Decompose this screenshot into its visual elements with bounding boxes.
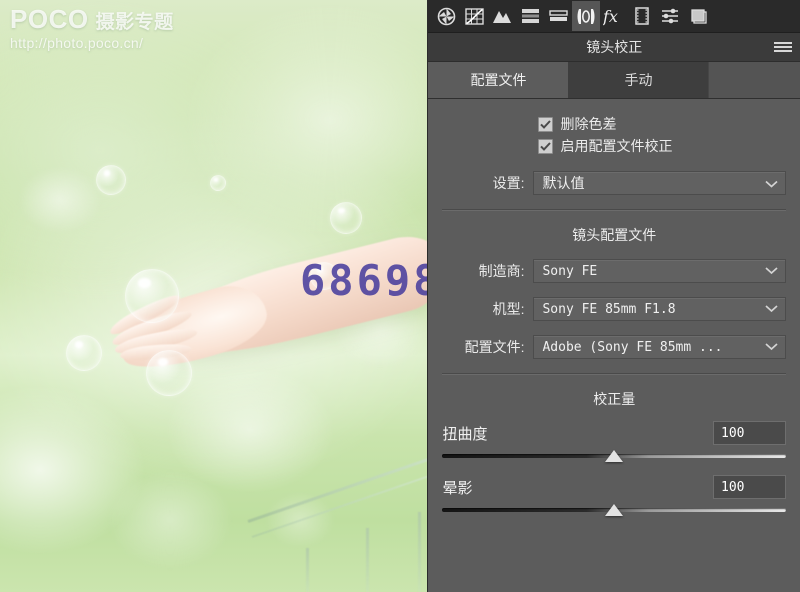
make-value: Sony FE [542,263,598,279]
field-row-profile: 配置文件: Adobe (Sony FE 85mm ... [442,335,786,359]
model-select[interactable]: Sony FE 85mm F1.8 [533,297,786,321]
page-title: 镜头校正 [586,39,643,55]
field-row-make: 制造商: Sony FE [442,259,786,283]
distortion-label: 扭曲度 [442,425,488,443]
image-canvas[interactable]: POCO 摄影专题 http://photo.poco.cn/ 686986 [0,0,428,592]
split-toning-icon[interactable] [544,1,572,31]
section-title-correction-amount: 校正量 [593,391,636,407]
vignetting-label: 晕影 [442,479,473,497]
make-select[interactable]: Sony FE [533,259,786,283]
soap-bubble [125,269,179,323]
distortion-slider-track[interactable] [442,449,786,463]
slider-head: 扭曲度 100 [442,421,786,445]
chevron-down-icon [765,264,778,279]
tab-filler [708,62,800,98]
panel-title-bar: 镜头校正 [428,33,800,62]
soap-bubble [210,175,226,191]
vignetting-slider-thumb[interactable] [605,504,624,516]
hamburger-menu-icon[interactable] [774,42,792,52]
model-label: 机型: [492,301,525,317]
model-value: Sony FE 85mm F1.8 [542,301,676,317]
divider [442,209,786,211]
profile-label: 配置文件: [464,339,525,355]
profile-value: Adobe (Sony FE 85mm ... [542,339,723,355]
slider-block-vignetting: 晕影 100 [442,475,786,517]
overlay-number: 686986 [300,256,427,305]
soap-bubble [96,165,126,195]
settings-label: 设置: [492,175,525,191]
panel-body: 删除色差 启用配置文件校正 设置: 默认值 镜头配置文件 制造商: Sony F… [428,113,800,517]
checkbox-checked-icon[interactable] [538,138,554,154]
detail-icon[interactable] [488,1,516,31]
make-label: 制造商: [478,263,525,279]
chevron-down-icon [765,340,778,355]
checkbox-row-remove-chromatic-aberration[interactable]: 删除色差 [538,113,786,135]
settings-select[interactable]: 默认值 [533,171,786,195]
hsl-color-icon[interactable] [516,1,544,31]
section-title-lens-profile: 镜头配置文件 [572,227,657,243]
camera-calibration-icon[interactable] [628,1,656,31]
divider [442,373,786,375]
tab-bar: 配置文件 手动 [428,62,800,99]
fence-post [306,548,309,592]
checkbox-row-enable-profile-corrections[interactable]: 启用配置文件校正 [538,135,786,157]
slider-block-distortion: 扭曲度 100 [442,421,786,463]
distortion-value-input[interactable]: 100 [713,421,786,445]
settings-value: 默认值 [542,175,585,191]
chevron-down-icon [765,175,778,191]
soap-bubble [66,335,102,371]
lens-correction-icon[interactable] [572,1,601,31]
slider-head: 晕影 100 [442,475,786,499]
effects-fx-icon[interactable]: fx [600,1,628,31]
checkbox-label: 启用配置文件校正 [560,138,673,154]
chevron-down-icon [765,302,778,317]
fence-post [418,512,421,592]
tab-profile[interactable]: 配置文件 [428,62,569,98]
settings-row: 设置: 默认值 [442,171,786,195]
presets-icon[interactable] [656,1,684,31]
checkbox-label: 删除色差 [560,116,617,132]
vignetting-slider-track[interactable] [442,503,786,517]
tab-manual[interactable]: 手动 [568,62,709,98]
fence-post [366,528,369,592]
vignetting-value-input[interactable]: 100 [713,475,786,499]
app-root: POCO 摄影专题 http://photo.poco.cn/ 686986 [0,0,800,592]
module-toolbar: fx [428,0,800,33]
distortion-slider-thumb[interactable] [605,450,624,462]
profile-select[interactable]: Adobe (Sony FE 85mm ... [533,335,786,359]
lens-correction-panel: fx 镜头校正 配置文件 手动 删除色差 启用配置文件校正 设置: 默认值 镜头… [427,0,800,592]
field-row-model: 机型: Sony FE 85mm F1.8 [442,297,786,321]
soap-bubble [330,202,362,234]
soap-bubble [146,350,192,396]
snapshots-icon[interactable] [684,1,712,31]
tone-curve-icon[interactable] [460,1,488,31]
basic-icon[interactable] [432,1,460,31]
checkbox-checked-icon[interactable] [538,116,554,132]
svg-text:fx: fx [603,7,618,26]
